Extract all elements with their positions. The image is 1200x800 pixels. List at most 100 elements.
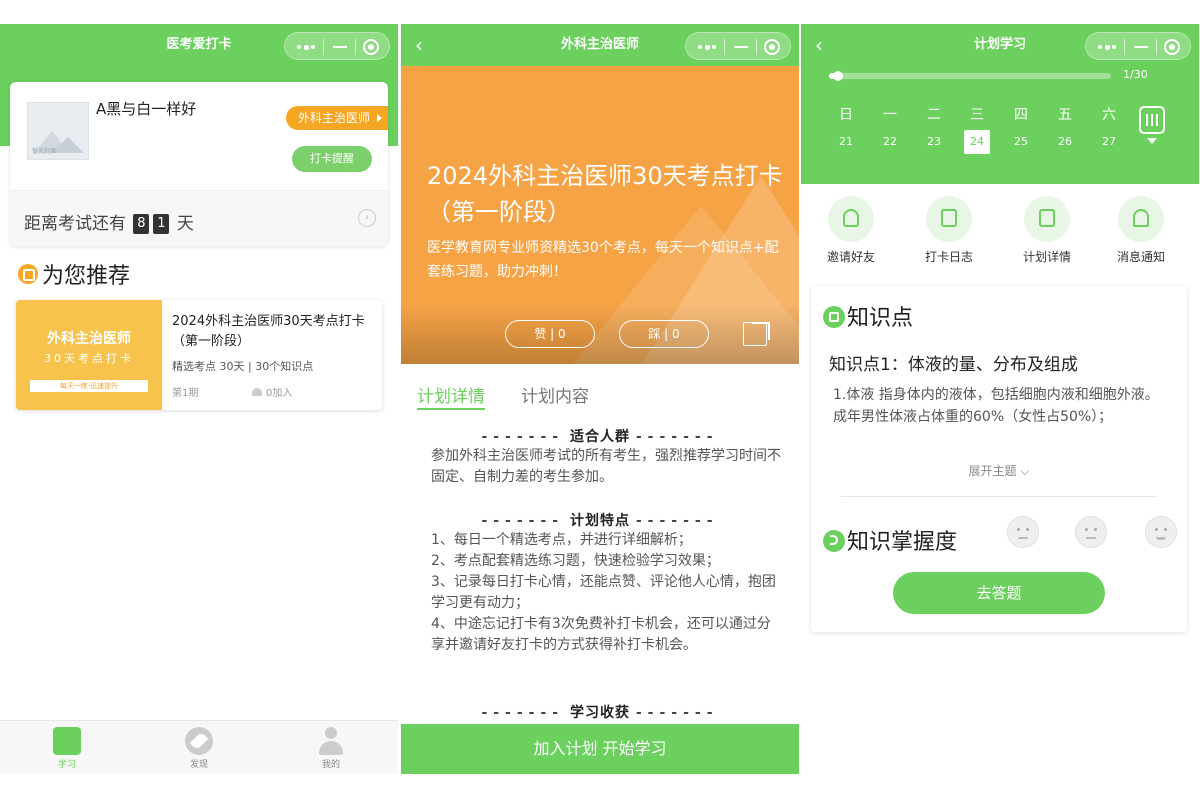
checkin-log-button[interactable]: 打卡日志 xyxy=(909,196,989,265)
exam-countdown[interactable]: 距离考试还有 81 天 › xyxy=(10,190,388,246)
recommend-card[interactable]: 外科主治医师 30天考点打卡 每天一练·迅速提升 2024外科主治医师30天考点… xyxy=(16,300,382,410)
notification-button[interactable]: 消息通知 xyxy=(1101,196,1181,265)
person-icon xyxy=(252,388,262,396)
date-cell[interactable]: 26 xyxy=(1052,130,1078,154)
user-card: 暂无封面 A黑与白一样好 外科主治医师 打卡提醒 距离考试还有 81 天 › xyxy=(10,82,388,246)
remind-button[interactable]: 打卡提醒 xyxy=(292,146,372,172)
quick-label: 邀请好友 xyxy=(826,250,875,264)
knowledge-card: 知识点 知识点1：体液的量、分布及组成 1.体液 指身体内的液体，包括细胞内液和… xyxy=(811,286,1187,632)
back-icon[interactable]: ‹ xyxy=(815,24,823,66)
date-cell[interactable]: 21 xyxy=(833,130,859,154)
more-icon[interactable] xyxy=(297,44,315,50)
cover-band: 每天一练·迅速提升 xyxy=(30,380,148,392)
plan-detail-button[interactable]: 计划详情 xyxy=(1007,196,1087,265)
user-name: A黑与白一样好 xyxy=(96,100,197,118)
compass-icon xyxy=(185,727,213,755)
section-title-text: 适合人群 xyxy=(570,429,630,445)
thumb-text: 暂无封面 xyxy=(32,148,57,155)
cover-subtitle: 30天考点打卡 xyxy=(44,352,134,365)
plan-cover: 外科主治医师 30天考点打卡 每天一练·迅速提升 xyxy=(16,300,162,410)
page-title: 外科主治医师 xyxy=(560,37,639,52)
more-icon[interactable] xyxy=(1098,44,1116,50)
date-cell[interactable]: 27 xyxy=(1096,130,1122,154)
tab-plan-content[interactable]: 计划内容 xyxy=(521,382,589,407)
calendar-icon[interactable] xyxy=(1139,106,1165,134)
screen-home: 医考爱打卡 暂无封面 A黑与白一样好 外科主治医师 打卡提醒 距离考试还有 81… xyxy=(0,24,398,774)
top-bar: ‹ 计划学习 xyxy=(801,24,1199,66)
plan-period: 第1期 xyxy=(172,388,199,399)
subject-tag[interactable]: 外科主治医师 xyxy=(285,106,388,130)
tab-bar: 学习 发现 我的 xyxy=(0,720,398,774)
dash-line: ------- xyxy=(635,429,719,445)
like-button[interactable]: 赞 | 0 xyxy=(505,320,595,348)
page-title: 医考爱打卡 xyxy=(166,37,232,52)
recommend-title: 为您推荐 xyxy=(42,264,131,289)
countdown-digit: 1 xyxy=(153,214,170,234)
divider xyxy=(841,496,1157,497)
subject-tag-label: 外科主治医师 xyxy=(297,111,370,125)
knowledge-body: 1.体液 指身体内的液体，包括细胞内液和细胞外液。 成年男性体液占体重的60%（… xyxy=(833,384,1173,428)
answer-button[interactable]: 去答题 xyxy=(893,572,1105,614)
tab-me[interactable]: 我的 xyxy=(266,721,396,774)
weekday-label: 二 xyxy=(927,107,941,123)
date-cell[interactable]: 22 xyxy=(877,130,903,154)
user-icon xyxy=(317,727,345,755)
tab-label: 我的 xyxy=(321,760,340,770)
expand-topic-button[interactable]: 展开主题 ⌵ xyxy=(811,462,1187,479)
weekday-label: 一 xyxy=(883,107,897,123)
capsule-menu[interactable] xyxy=(685,32,791,60)
avatar[interactable]: 暂无封面 xyxy=(27,102,89,160)
section-features-title: ------- 计划特点 ------- xyxy=(435,510,765,530)
close-target-icon[interactable] xyxy=(1164,39,1180,55)
minimize-icon[interactable] xyxy=(734,46,748,48)
countdown-suffix: 天 xyxy=(176,214,194,234)
close-target-icon[interactable] xyxy=(764,39,780,55)
dash-line: ------- xyxy=(635,513,719,529)
capsule-menu[interactable] xyxy=(284,32,390,60)
countdown-digit: 8 xyxy=(133,214,150,234)
weekday-label: 五 xyxy=(1058,107,1072,123)
tab-plan-detail[interactable]: 计划详情 xyxy=(417,382,485,410)
section-title-text: 学习收获 xyxy=(570,705,630,721)
weekday-label: 日 xyxy=(839,107,853,123)
weekday-label: 三 xyxy=(970,107,984,123)
triangle-down-icon[interactable] xyxy=(1147,138,1157,144)
close-target-icon[interactable] xyxy=(363,39,379,55)
capsule-menu[interactable] xyxy=(1085,32,1191,60)
happy-face-icon[interactable] xyxy=(1145,516,1177,548)
weekday-label: 四 xyxy=(1014,107,1028,123)
document-icon xyxy=(1024,196,1070,242)
minimize-icon[interactable] xyxy=(1134,46,1148,48)
more-icon[interactable] xyxy=(698,44,716,50)
plan-joined: 0加入 xyxy=(252,384,292,399)
triangle-right-icon xyxy=(377,114,382,122)
join-plan-button[interactable]: 加入计划 开始学习 xyxy=(401,724,799,774)
tab-discover[interactable]: 发现 xyxy=(134,721,264,774)
section-title-text: 计划特点 xyxy=(570,513,630,529)
chevron-right-icon[interactable]: › xyxy=(358,209,376,227)
countdown-text: 距离考试还有 81 天 xyxy=(24,209,194,234)
tab-study[interactable]: 学习 xyxy=(2,721,132,774)
neutral-face-icon[interactable] xyxy=(1075,516,1107,548)
book-icon xyxy=(53,727,81,755)
section-features-list: 1、每日一个精选考点，并进行详细解析； 2、考点配套精选练习题，快速检验学习效果… xyxy=(431,530,781,656)
date-cell[interactable]: 23 xyxy=(921,130,947,154)
date-today[interactable]: 24 xyxy=(964,130,990,154)
tab-label: 发现 xyxy=(189,760,208,770)
invite-friend-button[interactable]: 邀请好友 xyxy=(811,196,891,265)
calendar-check-icon xyxy=(926,196,972,242)
dash-line: ------- xyxy=(481,429,565,445)
knowledge-point-title: 知识点1：体液的量、分布及组成 xyxy=(829,355,1078,375)
screen-plan-study: ‹ 计划学习 1/30 日 21 一 22 二 23 三 24 四 25 五 26 六 27 邀请好友 打… xyxy=(801,24,1199,774)
page-title: 计划学习 xyxy=(973,37,1026,52)
minimize-icon[interactable] xyxy=(333,46,347,48)
section-gains-title: ------- 学习收获 ------- xyxy=(435,702,765,722)
date-cell[interactable]: 25 xyxy=(1008,130,1034,154)
top-bar: 医考爱打卡 xyxy=(0,24,398,66)
dislike-button[interactable]: 踩 | 0 xyxy=(619,320,709,348)
share-icon[interactable] xyxy=(743,322,770,346)
back-icon[interactable]: ‹ xyxy=(415,24,423,66)
feature-item: 3、记录每日打卡心情，还能点赞、评论他人心情，抱团学习更有动力； xyxy=(431,574,776,611)
bell-icon xyxy=(1118,196,1164,242)
sad-face-icon[interactable] xyxy=(1007,516,1039,548)
